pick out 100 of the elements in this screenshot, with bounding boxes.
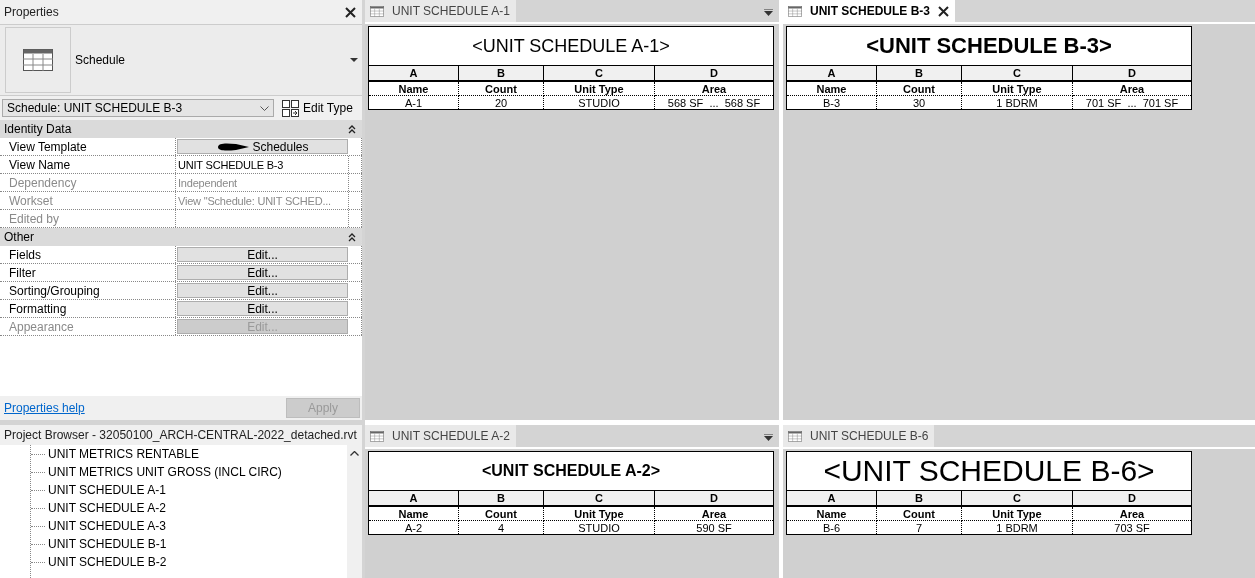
table-cell: A-1 [369,96,459,109]
help-link[interactable]: Properties help [4,401,85,415]
property-label: Appearance [0,318,176,335]
table-icon [370,430,384,442]
instance-selector[interactable]: Schedule: UNIT SCHEDULE B-3 [2,99,274,117]
table-cell-text: 701 SF ... 701 SF [1084,96,1180,109]
panel-title: Properties [4,5,59,19]
type-name: Schedule [75,53,127,67]
property-label: Formatting [0,300,176,317]
tree-item[interactable]: UNIT SCHEDULE A-1 [48,483,166,497]
edit-type-button[interactable]: Edit Type [282,99,353,117]
column-letter: B [877,66,962,80]
table-cell: A-2 [369,521,459,534]
table-icon [370,5,384,17]
column-header: Unit Type [544,507,655,521]
column-header: Area [655,507,773,521]
column-header: Area [655,82,773,96]
column-header: Unit Type [962,507,1073,521]
property-label: View Name [0,156,176,173]
column-header: Unit Type [544,82,655,96]
property-button[interactable]: Edit... [177,301,348,316]
column-letter: B [459,491,544,505]
column-header: Count [459,82,544,96]
table-cell: 1 BDRM [962,521,1073,534]
menu-icon[interactable] [764,9,773,16]
group-header: Other [4,230,34,244]
table-cell: 30 [877,96,962,109]
property-label: View Template [0,138,176,155]
column-letter: D [1127,491,1137,505]
column-header: Count [877,507,962,521]
property-label: Fields [0,246,176,263]
column-letter: D [1127,66,1137,80]
column-header: Area [1073,507,1191,521]
view-tab[interactable]: UNIT SCHEDULE B-6 [783,425,935,447]
table-cell: 20 [459,96,544,109]
tree-item[interactable]: UNIT METRICS UNIT GROSS (INCL CIRC) [48,465,282,479]
column-letter: D [709,66,719,80]
column-letter: A [369,66,459,80]
view-tab[interactable]: UNIT SCHEDULE A-2 [365,425,516,447]
column-letter: C [544,66,655,80]
column-header: Name [787,82,877,96]
table-cell: STUDIO [544,96,655,109]
property-button[interactable]: Edit... [177,265,348,280]
column-header: Name [369,507,459,521]
column-letter: C [962,66,1073,80]
tree-item[interactable]: UNIT SCHEDULE B-2 [48,555,167,569]
table-cell: B-6 [787,521,877,534]
table-cell: STUDIO [544,521,655,534]
schedule-title: <UNIT SCHEDULE B-3> [866,33,1112,59]
schedule-title: <UNIT SCHEDULE A-1> [472,35,670,57]
menu-icon[interactable] [764,434,773,441]
column-letter: C [962,491,1073,505]
schedule-title: <UNIT SCHEDULE A-2> [481,462,661,480]
column-header: Name [369,82,459,96]
table-icon [788,430,802,442]
table-cell: 4 [459,521,544,534]
close-icon[interactable] [345,6,356,18]
view-tab[interactable]: UNIT SCHEDULE A-1 [365,0,516,22]
table-cell-text: 568 SF ... 568 SF [666,96,762,109]
property-button[interactable]: Edit... [177,283,348,298]
table-cell: 7 [877,521,962,534]
close-icon[interactable] [938,5,949,17]
table-cell: 1 BDRM [962,96,1073,109]
scroll-up-icon[interactable] [350,451,359,456]
column-header: Name [787,507,877,521]
column-header: Area [1073,82,1191,96]
chevron-down-icon[interactable] [260,105,269,111]
table-cell-text: 703 SF [1113,521,1151,534]
property-label: Dependency [0,174,176,191]
schedule-title: <UNIT SCHEDULE B-6> [823,454,1155,488]
table-icon [23,49,53,71]
column-letter: A [369,491,459,505]
property-button[interactable]: Edit... [177,247,348,262]
property-label: Sorting/Grouping [0,282,176,299]
property-label: Edited by [0,210,176,227]
column-letter: A [787,66,877,80]
view-tab[interactable]: UNIT SCHEDULE B-3 [783,0,955,22]
collapse-icon[interactable] [348,124,356,134]
property-button[interactable]: Schedules [177,139,348,154]
edit-type-icon [282,99,299,117]
column-header: Unit Type [962,82,1073,96]
table-cell: B-3 [787,96,877,109]
column-letter: D [709,491,719,505]
table-icon [788,5,802,17]
tree-item[interactable]: UNIT SCHEDULE A-3 [48,519,166,533]
property-label: Workset [0,192,176,209]
column-header: Count [459,507,544,521]
panel-title: Project Browser - 32050100_ARCH-CENTRAL-2022_detached.rvt [4,428,357,442]
column-header: Count [877,82,962,96]
column-letter: B [459,66,544,80]
property-value[interactable]: UNIT SCHEDULE B-3 [176,156,349,173]
property-label: Filter [0,264,176,281]
tree-item[interactable]: UNIT METRICS RENTABLE [48,447,199,461]
column-letter: B [877,491,962,505]
tree-item[interactable]: UNIT SCHEDULE A-2 [48,501,166,515]
table-cell-text: 590 SF [695,521,733,534]
dropdown-icon[interactable] [350,58,358,62]
collapse-icon[interactable] [348,232,356,242]
column-letter: A [787,491,877,505]
tree-item[interactable]: UNIT SCHEDULE B-1 [48,537,167,551]
